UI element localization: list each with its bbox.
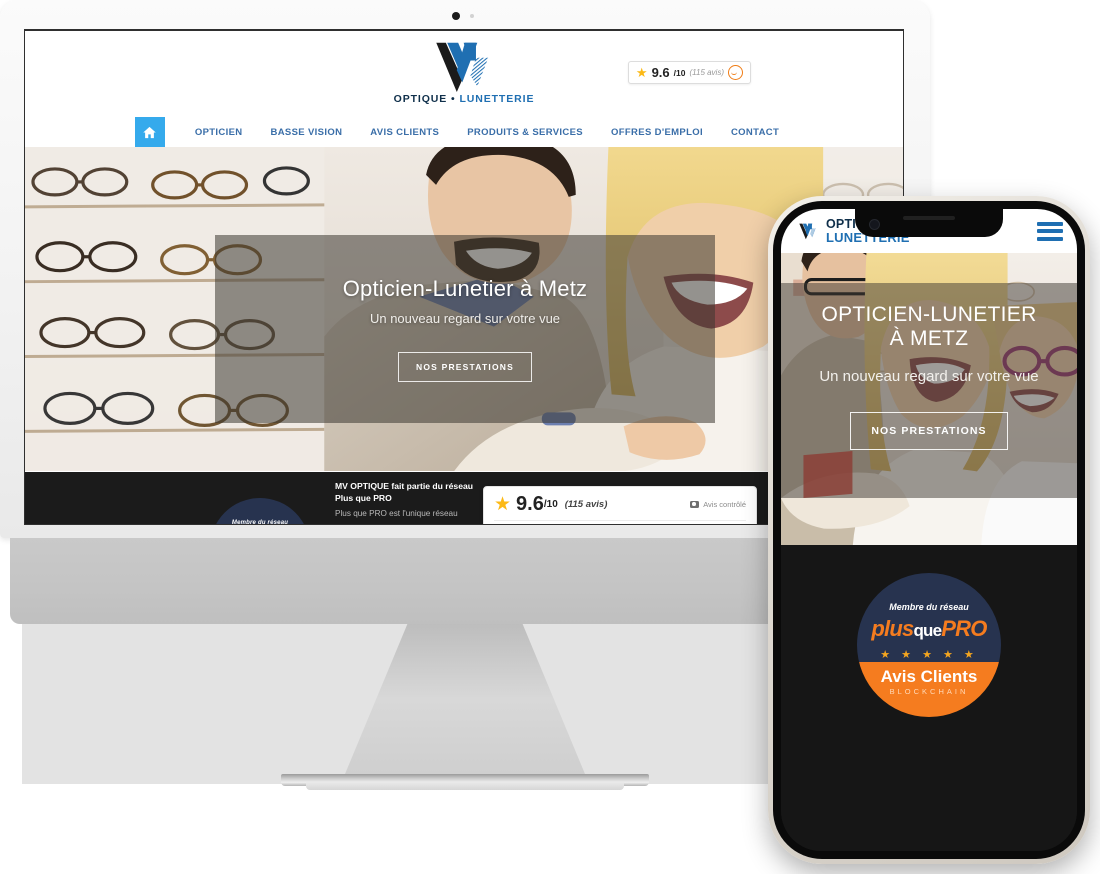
band-body-line2: qui recense « les Meilleures [335,523,475,524]
band-title-line1: MV OPTIQUE fait partie du réseau [335,481,474,491]
imac-foot-base [306,782,624,790]
mobile-plus-que-pro-badge: Membre du réseau plusquePRO ★ ★ ★ ★ ★ Av… [857,573,1001,717]
review-out-of: /10 [543,498,558,510]
plus-que-pro-badge: Membre du réseau plusquePRO ★ ★ ★ ★ ★ Av… [210,498,310,525]
review-row-rating: ★★★★★ 10/10 [484,521,756,524]
webcam-dot-icon [452,12,460,20]
rating-out-of: /10 [673,67,686,78]
mv-monogram-logo-icon [436,42,489,92]
badge-membre-label: Membre du réseau [231,520,289,525]
mobile-dark-section: Membre du réseau plusquePRO ★ ★ ★ ★ ★ Av… [781,545,1077,851]
mockup-stage: OPTIQUE • LUNETTERIE ★ 9.6 /10 (115 avis… [0,0,1100,874]
nav-item-produits-services[interactable]: PRODUITS & SERVICES [453,127,597,138]
badge-membre-label: Membre du réseau [889,601,969,612]
front-camera-icon [869,219,880,230]
mobile-hero-title: OPTICIEN-LUNETIER À METZ [821,303,1037,350]
review-count: (115 avis) [564,498,608,510]
badge-blockchain-label: BLOCKCHAIN [889,686,969,696]
band-body-line1: Plus que PRO est l'unique réseau [335,508,458,518]
header-rating-widget[interactable]: ★ 9.6 /10 (115 avis) [627,61,751,84]
review-card-header: ★ 9.6 /10 (115 avis) Avis contrôlé [484,487,756,520]
site-header: OPTIQUE • LUNETTERIE ★ 9.6 /10 (115 avis… [25,31,903,117]
imac-stand-column [345,624,585,774]
smiley-icon [728,65,743,80]
mobile-screen: OPTIQUE LUNETTERIE [781,209,1077,851]
home-icon [143,126,157,138]
review-score: 9.6 [516,493,544,515]
nav-item-offres-emploi[interactable]: OFFRES D'EMPLOI [597,127,717,138]
mobile-hero-overlay: OPTICIEN-LUNETIER À METZ Un nouveau rega… [781,283,1077,498]
nav-item-opticien[interactable]: OPTICIEN [181,127,257,138]
badge-avis-label: Avis Clients [880,666,978,686]
mobile-hero-subtitle: Un nouveau regard sur votre vue [819,367,1039,385]
hero-subtitle: Un nouveau regard sur votre vue [369,311,561,326]
nav-item-avis-clients[interactable]: AVIS CLIENTS [356,127,453,138]
band-title-line2: Plus que PRO [335,493,392,504]
main-navigation: OPTICIEN BASSE VISION AVIS CLIENTS PRODU… [25,117,903,147]
star-icon: ★ [494,493,512,515]
rating-score: 9.6 [651,65,670,80]
webcam-sensor-icon [470,14,474,18]
hero-cta-button[interactable]: NOS PRESTATIONS [398,352,532,382]
nav-home-button[interactable] [134,117,165,147]
verified-label: Avis contrôlé [703,499,746,509]
band-text-block: MV OPTIQUE fait partie du réseau Plus qu… [335,480,475,524]
verified-badge: Avis contrôlé [690,500,746,509]
mobile-hero-cta-button[interactable]: NOS PRESTATIONS [850,411,1008,450]
badge-stars-icon: ★ ★ ★ ★ ★ [880,648,978,661]
review-summary-card[interactable]: ★ 9.6 /10 (115 avis) Avis contrôlé ★★★★★ [483,486,757,524]
star-icon: ★ [635,65,648,80]
hamburger-menu-icon[interactable] [1037,221,1063,241]
rating-count: (115 avis) [689,68,724,77]
mobile-device-mockup: OPTIQUE LUNETTERIE [768,196,1090,864]
hero-title: Opticien-Lunetier à Metz [342,276,588,301]
nav-item-contact[interactable]: CONTACT [717,127,793,138]
earpiece-speaker-icon [903,216,955,220]
mv-monogram-logo-icon [799,223,816,240]
site-logo[interactable]: OPTIQUE • LUNETTERIE [394,40,535,105]
hero-overlay: Opticien-Lunetier à Metz Un nouveau rega… [215,235,715,423]
badge-logo-text: plusquePRO [871,616,987,642]
camera-icon [690,500,700,508]
mobile-hero-section: OPTICIEN-LUNETIER À METZ Un nouveau rega… [781,253,1077,545]
nav-item-basse-vision[interactable]: BASSE VISION [257,127,357,138]
phone-notch [855,209,1003,237]
logo-wordmark: OPTIQUE • LUNETTERIE [393,93,535,105]
